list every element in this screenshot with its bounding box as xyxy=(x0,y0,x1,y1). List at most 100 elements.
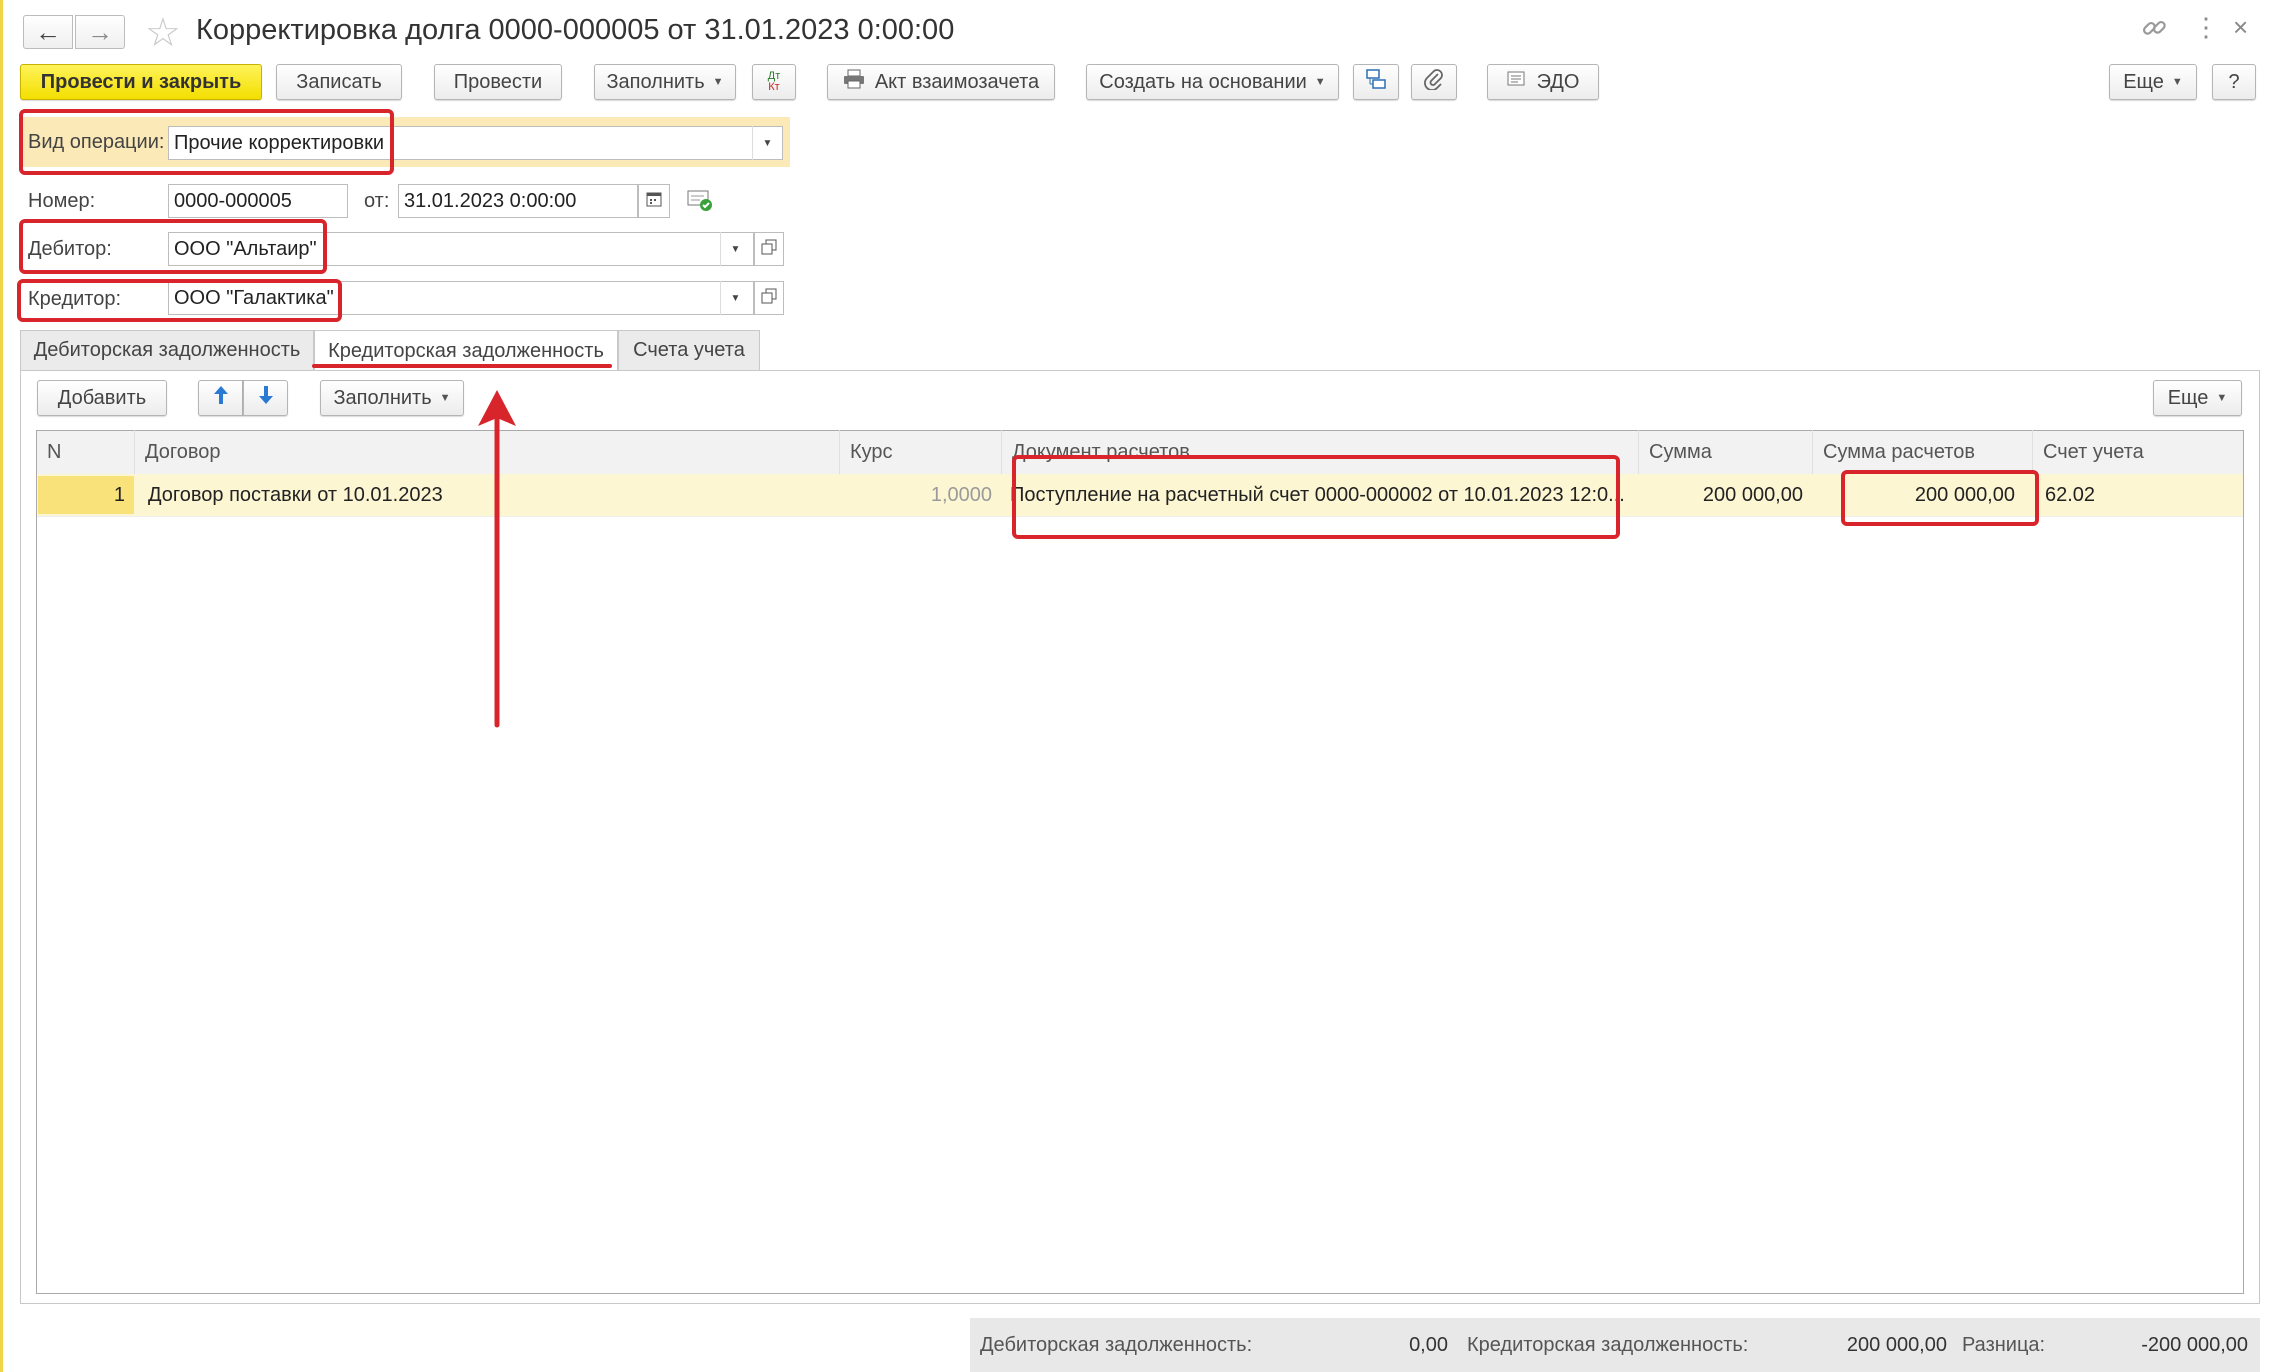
help-button[interactable]: ? xyxy=(2212,64,2256,100)
operation-type-dropdown[interactable]: ▼ xyxy=(752,126,782,160)
creditor-input[interactable]: ООО "Галактика" xyxy=(168,281,754,315)
tab-accounts[interactable]: Счета учета xyxy=(618,330,760,370)
add-row-button[interactable]: Добавить xyxy=(37,380,167,416)
post-and-close-label: Провести и закрыть xyxy=(40,70,242,93)
creditor-dropdown[interactable]: ▼ xyxy=(720,281,750,315)
active-tab-underline xyxy=(312,364,612,368)
chevron-down-icon: ▼ xyxy=(762,137,773,149)
chevron-down-icon: ▼ xyxy=(2216,392,2228,404)
date-input[interactable]: 31.01.2023 0:00:00 xyxy=(398,184,638,218)
chevron-down-icon: ▼ xyxy=(730,292,741,304)
tab-receivables-label: Дебиторская задолженность xyxy=(33,339,301,361)
tab-accounts-label: Счета учета xyxy=(633,339,745,361)
act-offset-label: Акт взаимозачета xyxy=(874,70,1040,93)
date-value: 31.01.2023 0:00:00 xyxy=(404,189,577,212)
payable-total-value: 200 000,00 xyxy=(1846,1333,1947,1356)
number-input[interactable]: 0000-000005 xyxy=(168,184,348,218)
save-label: Записать xyxy=(296,70,382,93)
dt-kt-icon: Дт Кт xyxy=(767,70,781,93)
payable-total-label: Кредиторская задолженность: xyxy=(1467,1333,1749,1356)
arrow-down-icon xyxy=(257,384,275,412)
column-header-n[interactable]: N xyxy=(37,430,135,474)
create-based-on-button[interactable]: Создать на основании ▼ xyxy=(1086,64,1339,100)
post-button[interactable]: Провести xyxy=(434,64,562,100)
chevron-down-icon: ▼ xyxy=(730,243,741,255)
dt-kt-button[interactable]: Дт Кт xyxy=(752,64,796,100)
column-header-rate[interactable]: Курс xyxy=(840,430,1002,474)
debtor-dropdown[interactable]: ▼ xyxy=(720,232,750,266)
calendar-button[interactable] xyxy=(638,184,670,218)
printer-icon xyxy=(843,69,865,95)
table-fill-button[interactable]: Заполнить ▼ xyxy=(320,380,464,416)
check-icon[interactable] xyxy=(686,188,714,217)
row-number[interactable]: 1 xyxy=(37,474,135,516)
edo-button[interactable]: ЭДО xyxy=(1487,64,1599,100)
operation-type-value: Прочие корректировки xyxy=(174,131,385,154)
more-vertical-icon[interactable]: ⋮ xyxy=(2193,12,2219,43)
receivable-total-label: Дебиторская задолженность: xyxy=(980,1333,1253,1356)
date-label: от: xyxy=(364,190,390,212)
arrow-right-icon: → xyxy=(87,16,113,47)
fill-label: Заполнить xyxy=(606,70,705,93)
fill-dropdown-button[interactable]: Заполнить ▼ xyxy=(594,64,736,100)
column-header-account[interactable]: Счет учета xyxy=(2033,430,2243,474)
arrow-up-icon xyxy=(212,384,230,412)
window-left-edge xyxy=(0,0,3,1372)
column-header-settlement-sum[interactable]: Сумма расчетов xyxy=(1813,430,2033,474)
debtor-value: ООО "Альтаир" xyxy=(174,237,317,260)
debt-table xyxy=(36,430,2244,1294)
operation-type-select[interactable]: Прочие корректировки xyxy=(168,126,783,160)
open-window-icon xyxy=(761,288,777,309)
creditor-value: ООО "Галактика" xyxy=(174,286,334,309)
back-button[interactable]: ← xyxy=(23,15,73,49)
number-label: Номер: xyxy=(28,190,96,212)
row-document[interactable]: Поступление на расчетный счет 0000-00000… xyxy=(1006,474,1626,516)
edo-label: ЭДО xyxy=(1536,70,1580,93)
table-more-label: Еще xyxy=(2167,386,2209,409)
difference-value: -200 000,00 xyxy=(2141,1333,2248,1356)
row-account[interactable]: 62.02 xyxy=(2033,474,2243,516)
chevron-down-icon: ▼ xyxy=(2171,76,2183,88)
paperclip-icon xyxy=(1424,68,1444,96)
attach-button[interactable] xyxy=(1411,64,1457,100)
post-and-close-button[interactable]: Провести и закрыть xyxy=(20,64,262,100)
act-offset-button[interactable]: Акт взаимозачета xyxy=(827,64,1055,100)
operation-type-label: Вид операции: xyxy=(28,131,165,153)
structure-icon xyxy=(1365,68,1387,96)
structure-button[interactable] xyxy=(1353,64,1399,100)
window-title: Корректировка долга 0000-000005 от 31.01… xyxy=(196,14,955,46)
help-label: ? xyxy=(2228,70,2240,93)
row-rate[interactable]: 1,0000 xyxy=(840,474,1002,516)
calendar-icon xyxy=(646,191,662,212)
forward-button[interactable]: → xyxy=(75,15,125,49)
close-icon[interactable]: × xyxy=(2233,12,2248,43)
column-header-sum[interactable]: Сумма xyxy=(1639,430,1813,474)
debtor-input[interactable]: ООО "Альтаир" xyxy=(168,232,754,266)
move-down-button[interactable] xyxy=(243,380,288,416)
arrow-left-icon: ← xyxy=(35,16,61,47)
column-header-document[interactable]: Документ расчетов xyxy=(1002,430,1639,474)
table-fill-label: Заполнить xyxy=(333,386,432,409)
number-value: 0000-000005 xyxy=(174,189,292,212)
difference-label: Разница: xyxy=(1962,1333,2046,1356)
row-sum[interactable]: 200 000,00 xyxy=(1639,474,1813,516)
debtor-open-button[interactable] xyxy=(754,232,784,266)
chevron-down-icon: ▼ xyxy=(1314,76,1326,88)
more-button[interactable]: Еще ▼ xyxy=(2109,64,2197,100)
chevron-down-icon: ▼ xyxy=(439,392,451,404)
table-more-button[interactable]: Еще ▼ xyxy=(2153,380,2242,416)
save-button[interactable]: Записать xyxy=(276,64,402,100)
add-row-label: Добавить xyxy=(57,386,147,409)
open-window-icon xyxy=(761,239,777,260)
favorite-star-icon[interactable]: ☆ xyxy=(145,10,181,56)
row-settlement-sum[interactable]: 200 000,00 xyxy=(1813,474,2025,516)
edo-icon xyxy=(1507,69,1529,95)
creditor-open-button[interactable] xyxy=(754,281,784,315)
tab-receivables[interactable]: Дебиторская задолженность xyxy=(20,330,314,370)
creditor-label: Кредитор: xyxy=(28,288,122,310)
tab-payables-label: Кредиторская задолженность xyxy=(328,339,604,362)
link-icon[interactable] xyxy=(2140,14,2168,47)
annotation-arrow xyxy=(478,390,516,728)
move-up-button[interactable] xyxy=(198,380,243,416)
chevron-down-icon: ▼ xyxy=(712,76,724,88)
